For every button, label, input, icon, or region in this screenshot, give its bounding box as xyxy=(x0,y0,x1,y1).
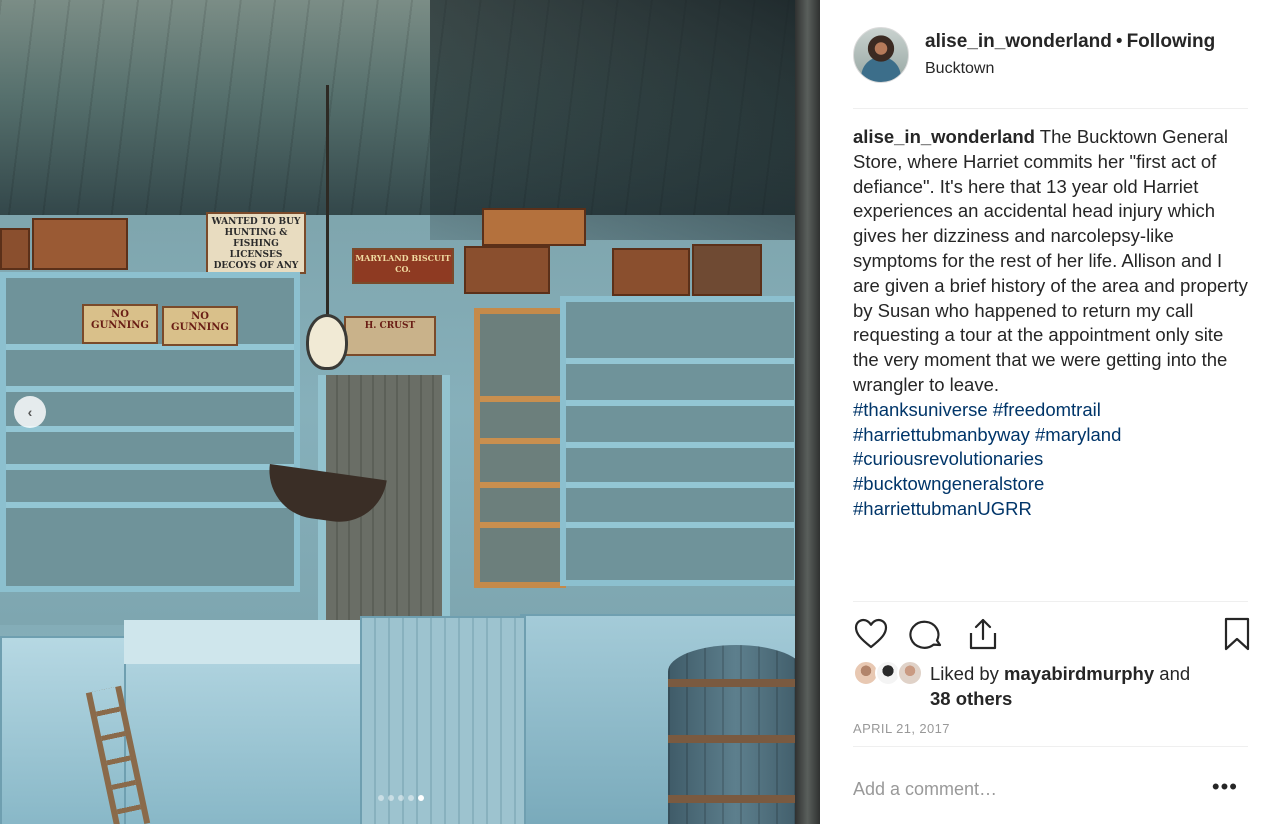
carousel-dot xyxy=(418,795,424,801)
liker-username[interactable]: mayabirdmurphy xyxy=(1004,663,1154,684)
counter-top xyxy=(124,620,372,664)
no-gunning-sign: NO GUNNING xyxy=(162,306,238,346)
right-shelves xyxy=(560,296,800,586)
action-bar xyxy=(853,601,1250,663)
location-link[interactable]: Bucktown xyxy=(925,60,994,78)
hashtag-line[interactable]: #thanksuniverse #freedomtrail xyxy=(853,398,1253,423)
door-sign: H. CRUST xyxy=(344,316,436,356)
crate xyxy=(482,208,586,246)
post-photo: WANTED TO BUY HUNTING & FISHING LICENSES… xyxy=(0,0,820,824)
liker-avatars xyxy=(853,658,929,688)
liker-avatar[interactable] xyxy=(897,660,923,686)
heart-icon[interactable] xyxy=(853,616,889,652)
likes-count-link[interactable]: 38 others xyxy=(930,688,1012,709)
hashtag-line[interactable]: #harriettubmanbyway #maryland xyxy=(853,423,1253,448)
hashtag-line[interactable]: #harriettubmanUGRR xyxy=(853,497,1253,522)
ceiling-shadow xyxy=(430,0,820,240)
crate xyxy=(32,218,128,270)
hashtag-line[interactable]: #curiousrevolutionaries xyxy=(853,447,1253,472)
bookmark-icon[interactable] xyxy=(1219,616,1255,652)
scale-chain xyxy=(326,85,329,320)
more-options-icon[interactable]: ••• xyxy=(1212,775,1238,799)
likes-section: Liked by mayabirdmurphy and 38 others xyxy=(853,658,1248,710)
crate xyxy=(0,228,30,270)
comment-icon[interactable] xyxy=(909,616,945,652)
crate xyxy=(612,248,690,296)
bookcase xyxy=(474,308,566,588)
wall-post xyxy=(795,0,820,824)
post-date[interactable]: APRIL 21, 2017 xyxy=(853,721,950,736)
carousel-dot xyxy=(398,795,404,801)
post-header: alise_in_wonderland • Following Bucktown xyxy=(853,27,1248,109)
following-button[interactable]: Following xyxy=(1127,31,1216,52)
avatar[interactable] xyxy=(853,27,909,83)
separator-dot: • xyxy=(1115,31,1123,52)
crate xyxy=(464,246,550,294)
hashtag-line[interactable]: #bucktowngeneralstore xyxy=(853,472,1253,497)
username-link[interactable]: alise_in_wonderland xyxy=(925,31,1112,52)
crate xyxy=(692,244,762,296)
carousel-dot xyxy=(378,795,384,801)
comment-bar: ••• xyxy=(853,746,1248,824)
caption: alise_in_wonderland The Bucktown General… xyxy=(853,125,1253,522)
middle-panel xyxy=(360,616,526,824)
share-icon[interactable] xyxy=(965,616,1001,652)
caption-text: The Bucktown General Store, where Harrie… xyxy=(853,126,1248,395)
carousel-dots xyxy=(378,795,424,801)
carousel-prev-button[interactable]: ‹ xyxy=(14,396,46,428)
header-user-row: alise_in_wonderland • Following xyxy=(925,31,1215,53)
carousel-dot xyxy=(388,795,394,801)
likes-text: Liked by mayabirdmurphy and 38 others xyxy=(930,661,1190,711)
comment-input[interactable] xyxy=(853,775,1183,803)
caption-username[interactable]: alise_in_wonderland xyxy=(853,126,1035,147)
wanted-sign: WANTED TO BUY HUNTING & FISHING LICENSES… xyxy=(206,212,306,274)
post-sidebar: alise_in_wonderland • Following Bucktown a… xyxy=(820,0,1280,824)
no-gunning-sign: NO GUNNING xyxy=(82,304,158,344)
biscuit-sign: MARYLAND BISCUIT CO. xyxy=(352,248,454,284)
barrel xyxy=(668,645,804,824)
carousel-dot xyxy=(408,795,414,801)
wall-clock xyxy=(306,314,348,370)
liked-by-label: Liked by xyxy=(930,663,999,684)
likes-conj: and xyxy=(1159,663,1191,684)
